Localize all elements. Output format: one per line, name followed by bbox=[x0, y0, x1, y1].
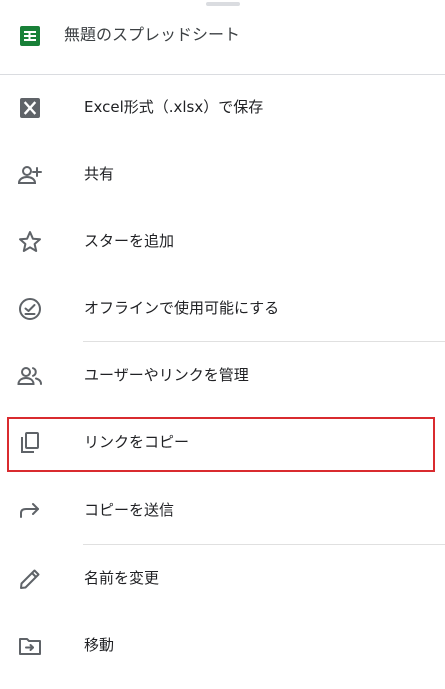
menu-item-label: 共有 bbox=[84, 165, 115, 183]
menu-item-label: 移動 bbox=[84, 636, 115, 654]
people-icon bbox=[17, 363, 43, 389]
highlight-annotation-box bbox=[7, 417, 435, 472]
file-header: 無題のスプレッドシート bbox=[0, 8, 445, 66]
menu-item-manage-people-and-links[interactable]: ユーザーやリンクを管理 bbox=[0, 342, 445, 409]
move-folder-icon bbox=[17, 633, 43, 659]
forward-arrow-icon bbox=[17, 498, 43, 524]
menu-item-label: Excel形式（.xlsx）で保存 bbox=[84, 98, 264, 116]
menu-item-send-a-copy[interactable]: コピーを送信 bbox=[0, 477, 445, 544]
file-title: 無題のスプレッドシート bbox=[64, 25, 241, 44]
menu-item-rename[interactable]: 名前を変更 bbox=[0, 545, 445, 612]
excel-x-icon bbox=[17, 95, 43, 121]
menu-item-move[interactable]: 移動 bbox=[0, 612, 445, 679]
menu-item-label: コピーを送信 bbox=[84, 501, 175, 519]
menu-item-make-available-offline[interactable]: オフラインで使用可能にする bbox=[0, 275, 445, 342]
bottom-sheet-menu: 無題のスプレッドシート Excel形式（.xlsx）で保存 共有 スターを追加 … bbox=[0, 0, 445, 689]
drag-handle[interactable] bbox=[206, 2, 240, 6]
pencil-icon bbox=[17, 566, 43, 592]
menu-item-share[interactable]: 共有 bbox=[0, 141, 445, 208]
menu-item-label: 名前を変更 bbox=[84, 569, 160, 587]
menu-item-add-star[interactable]: スターを追加 bbox=[0, 208, 445, 275]
google-sheets-icon bbox=[19, 25, 41, 47]
menu-item-label: ユーザーやリンクを管理 bbox=[84, 366, 249, 384]
offline-check-icon bbox=[17, 296, 43, 322]
menu-item-label: スターを追加 bbox=[84, 232, 175, 250]
menu-item-save-as-excel[interactable]: Excel形式（.xlsx）で保存 bbox=[0, 74, 445, 141]
person-add-icon bbox=[17, 162, 43, 188]
star-outline-icon bbox=[17, 229, 43, 255]
menu-item-label: オフラインで使用可能にする bbox=[84, 299, 280, 317]
